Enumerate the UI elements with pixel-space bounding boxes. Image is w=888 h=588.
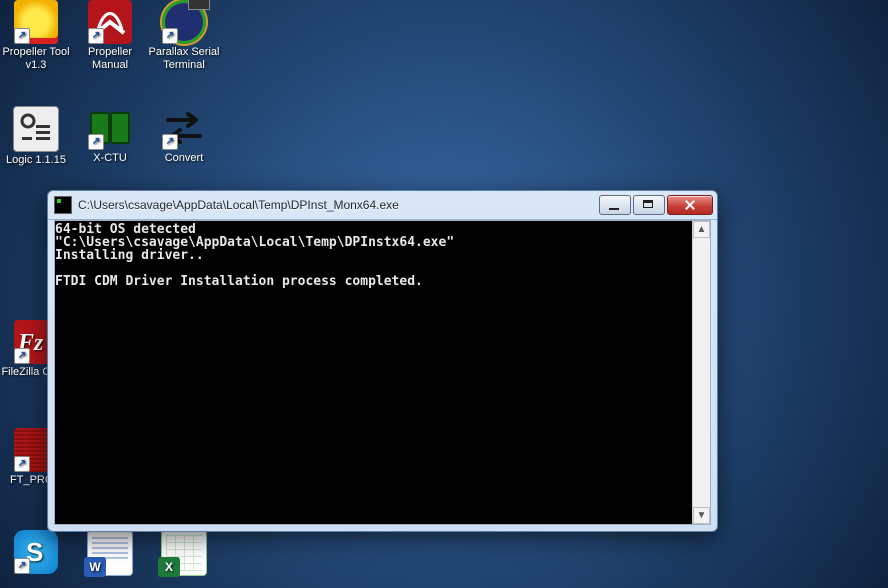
convert-arrows-icon (162, 106, 206, 150)
icon-label: X-CTU (74, 152, 146, 165)
shortcut-arrow-icon (88, 28, 104, 44)
icon-excel-doc[interactable]: X (148, 530, 220, 578)
pdf-icon (88, 0, 132, 44)
scroll-track[interactable] (693, 238, 710, 507)
icon-label: Convert (148, 152, 220, 165)
shortcut-arrow-icon (14, 348, 30, 364)
scroll-up-button[interactable]: ▲ (693, 221, 710, 238)
window-title: C:\Users\csavage\AppData\Local\Temp\DPIn… (78, 198, 599, 212)
word-document-icon: W (87, 530, 133, 576)
desktop: Propeller Tool v1.3 Propeller Manual Par… (0, 0, 888, 588)
console-app-icon (54, 196, 72, 214)
logic-icon (13, 106, 59, 152)
console-output[interactable]: 64-bit OS detected "C:\Users\csavage\App… (55, 221, 692, 524)
shortcut-arrow-icon (162, 134, 178, 150)
icon-label: Logic 1.1.15 (0, 154, 72, 167)
shortcut-arrow-icon (14, 558, 30, 574)
scroll-down-button[interactable]: ▼ (693, 507, 710, 524)
icon-skype[interactable]: S (0, 530, 72, 576)
icon-word-doc[interactable]: W (74, 530, 146, 578)
close-button[interactable] (667, 195, 713, 215)
icon-label: Propeller Manual (74, 46, 146, 72)
shortcut-arrow-icon (162, 28, 178, 44)
propeller-tool-icon (14, 0, 58, 44)
icon-parallax-serial-terminal[interactable]: Parallax Serial Terminal (148, 0, 220, 72)
icon-propeller-tool[interactable]: Propeller Tool v1.3 (0, 0, 72, 72)
console-line: FTDI CDM Driver Installation process com… (55, 274, 423, 289)
shortcut-arrow-icon (14, 456, 30, 472)
icon-propeller-manual[interactable]: Propeller Manual (74, 0, 146, 72)
window-controls (599, 195, 713, 215)
icon-label: Parallax Serial Terminal (148, 46, 220, 72)
maximize-button[interactable] (633, 195, 665, 215)
skype-icon: S (14, 530, 58, 574)
vertical-scrollbar[interactable]: ▲ ▼ (692, 221, 710, 524)
minimize-button[interactable] (599, 195, 631, 215)
window-client-area: 64-bit OS detected "C:\Users\csavage\App… (54, 220, 711, 525)
console-line: Installing driver.. (55, 248, 204, 263)
terminal-globe-icon (162, 0, 206, 44)
shortcut-arrow-icon (88, 134, 104, 150)
icon-label: Propeller Tool v1.3 (0, 46, 72, 72)
command-prompt-window[interactable]: C:\Users\csavage\AppData\Local\Temp\DPIn… (47, 190, 718, 532)
titlebar[interactable]: C:\Users\csavage\AppData\Local\Temp\DPIn… (48, 191, 717, 220)
xctu-icon (88, 106, 132, 150)
icon-convert[interactable]: Convert (148, 106, 220, 165)
icon-xctu[interactable]: X-CTU (74, 106, 146, 165)
shortcut-arrow-icon (14, 28, 30, 44)
excel-document-icon: X (161, 530, 207, 576)
icon-logic[interactable]: Logic 1.1.15 (0, 106, 72, 167)
